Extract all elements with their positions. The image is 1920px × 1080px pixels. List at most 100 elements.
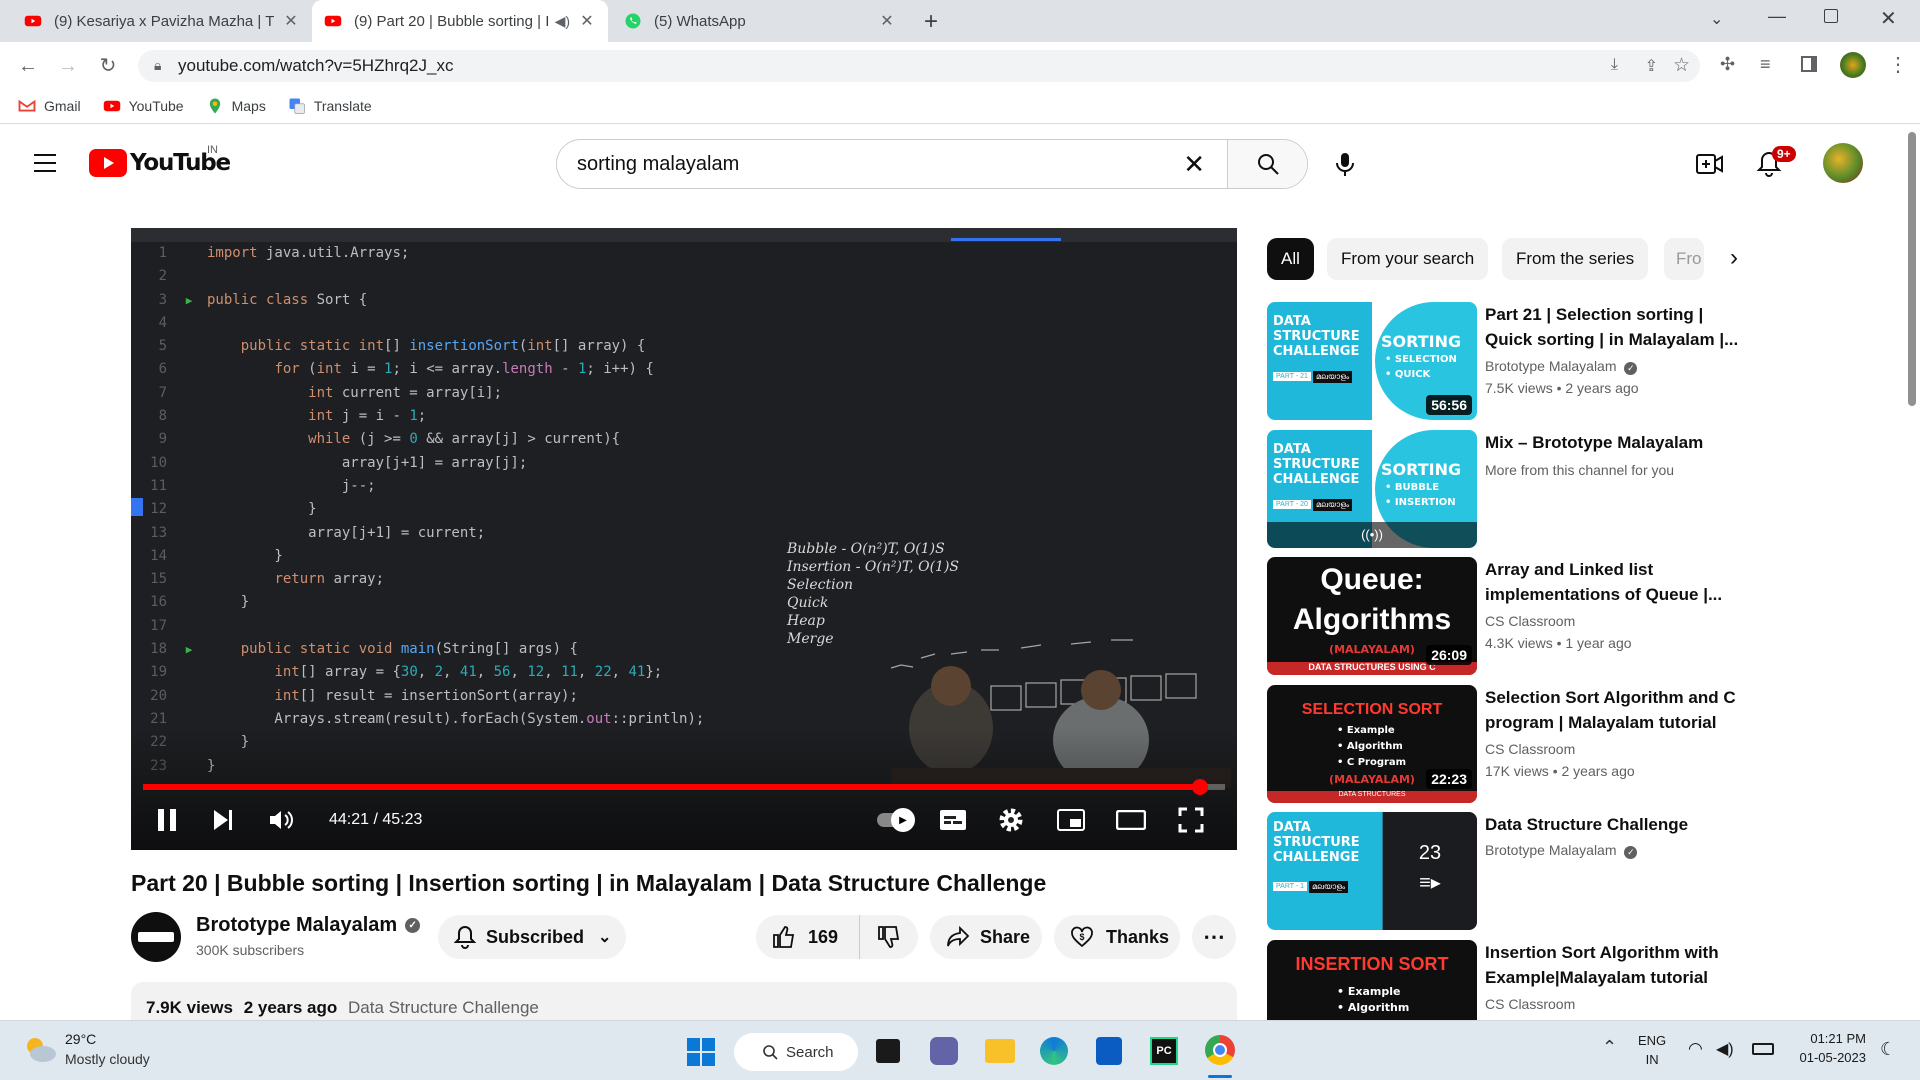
recommendation-item[interactable]: Queue: Algorithms (MALAYALAM) DATA STRUC… xyxy=(1267,557,1747,675)
site-info-icon[interactable]: 🔒︎ xyxy=(154,57,161,74)
clear-search-icon[interactable]: ✕ xyxy=(1183,149,1205,180)
taskbar-search-box[interactable]: Search xyxy=(734,1033,858,1071)
share-page-icon[interactable]: ⇪ xyxy=(1645,56,1658,76)
scrubber-handle[interactable] xyxy=(1192,779,1209,795)
install-app-icon[interactable]: ⤓ xyxy=(1611,56,1618,74)
video-player[interactable]: 1 import java.util.Arrays; 2 3 ▶ public class… xyxy=(131,228,1237,850)
thanks-button[interactable]: $ Thanks xyxy=(1054,915,1180,959)
task-view-icon[interactable] xyxy=(876,1039,900,1063)
account-avatar[interactable] xyxy=(1823,143,1863,183)
edge-browser-icon[interactable] xyxy=(1040,1037,1068,1065)
browser-tab[interactable]: (5) WhatsApp ✕ xyxy=(612,0,908,42)
tab-muted-audio-icon[interactable]: ◀) xyxy=(555,13,570,30)
windows-start-icon[interactable] xyxy=(686,1037,716,1067)
file-explorer-icon[interactable] xyxy=(985,1039,1015,1063)
miniplayer-button[interactable] xyxy=(1049,802,1093,838)
wifi-icon[interactable]: ◠ xyxy=(1688,1039,1703,1059)
forward-arrow-icon[interactable]: → xyxy=(56,54,80,78)
new-tab-plus-icon[interactable]: + xyxy=(924,8,938,36)
tray-overflow-chevron-icon[interactable]: ⌃ xyxy=(1602,1037,1617,1058)
recommendation-item[interactable]: SELECTION SORT • Example • Algorithm • C… xyxy=(1267,685,1747,803)
bookmark-maps[interactable]: Maps xyxy=(206,97,266,115)
playlist-thumbnail[interactable]: DATA STRUCTURE CHALLENGE PART - 1 മലയാളം… xyxy=(1267,812,1477,930)
settings-button[interactable] xyxy=(989,802,1033,838)
theater-mode-button[interactable] xyxy=(1109,802,1153,838)
dislike-button[interactable] xyxy=(860,925,918,949)
code-token: , xyxy=(443,664,460,681)
window-restore-icon[interactable] xyxy=(1824,9,1838,23)
chrome-icon[interactable] xyxy=(1205,1035,1235,1065)
video-thumbnail[interactable]: SELECTION SORT • Example • Algorithm • C… xyxy=(1267,685,1477,803)
input-language-indicator[interactable]: ENG IN xyxy=(1638,1033,1666,1067)
side-panel-icon[interactable] xyxy=(1801,56,1817,72)
chip-truncated[interactable]: Fro xyxy=(1664,238,1704,280)
windows-taskbar: 29°C Mostly cloudy Search PC ⌃ ENG IN ◠ … xyxy=(0,1020,1920,1080)
weather-cloudy-icon[interactable] xyxy=(22,1035,58,1065)
mute-button[interactable] xyxy=(261,802,301,838)
bookmark-gmail[interactable]: Gmail xyxy=(18,97,81,115)
chip-all[interactable]: All xyxy=(1267,238,1314,280)
search-button[interactable] xyxy=(1227,140,1307,188)
scrollbar-thumb[interactable] xyxy=(1908,132,1916,406)
browser-tab[interactable]: (9) Kesariya x Pavizha Mazha | Th ✕ xyxy=(12,0,312,42)
bookmark-youtube[interactable]: YouTube xyxy=(103,97,184,115)
like-button[interactable]: 169 xyxy=(756,915,860,959)
back-arrow-icon[interactable]: ← xyxy=(16,54,40,78)
gutter xyxy=(171,405,207,428)
window-minimize-icon[interactable]: — xyxy=(1768,6,1786,27)
tab-close-icon[interactable]: ✕ xyxy=(878,11,896,31)
microsoft-store-icon[interactable] xyxy=(1096,1037,1122,1065)
taskbar-clock[interactable]: 01:21 PM 01-05-2023 xyxy=(1786,1031,1867,1065)
profile-avatar[interactable] xyxy=(1840,52,1866,78)
reload-icon[interactable]: ↻ xyxy=(96,54,120,78)
description-box[interactable]: 7.9K views 2 years ago Data Structure Ch… xyxy=(131,982,1237,1022)
weather-condition[interactable]: Mostly cloudy xyxy=(65,1051,150,1067)
battery-icon[interactable] xyxy=(1752,1043,1774,1055)
recommendation-item[interactable]: INSERTION SORT • Example • Algorithm Ins… xyxy=(1267,940,1747,1020)
tab-close-icon[interactable]: ✕ xyxy=(578,11,596,31)
browser-menu-icon[interactable]: ⋮ xyxy=(1888,52,1908,77)
voice-search-mic-icon[interactable] xyxy=(1334,151,1356,177)
tab-close-icon[interactable]: ✕ xyxy=(282,11,300,31)
chips-next-chevron-icon[interactable]: › xyxy=(1730,244,1738,272)
notification-center-icon[interactable]: ☾ xyxy=(1880,1039,1896,1060)
address-bar[interactable]: 🔒︎ youtube.com/watch?v=5HZhrq2J_xc ⤓ ⇪ ☆ xyxy=(138,50,1700,82)
video-thumbnail[interactable]: INSERTION SORT • Example • Algorithm xyxy=(1267,940,1477,1020)
video-thumbnail[interactable]: DATA STRUCTURE CHALLENGE PART - 21 മലയാള… xyxy=(1267,302,1477,420)
media-control-icon[interactable]: ≡ xyxy=(1760,54,1771,75)
code-token: (j >= xyxy=(350,431,410,448)
recommendation-item[interactable]: DATA STRUCTURE CHALLENGE PART - 21 മലയാള… xyxy=(1267,302,1747,420)
channel-avatar[interactable] xyxy=(131,912,181,962)
window-close-icon[interactable]: ✕ xyxy=(1880,6,1897,31)
extensions-puzzle-icon[interactable]: ✣ xyxy=(1720,54,1735,75)
teams-chat-icon[interactable] xyxy=(930,1037,958,1065)
pause-button[interactable] xyxy=(147,802,187,838)
channel-name-link[interactable]: Brototype Malayalam ✓ xyxy=(196,914,421,937)
playlist-link[interactable]: Data Structure Challenge xyxy=(348,998,539,1017)
next-video-button[interactable] xyxy=(203,802,243,838)
tab-search-chevron-icon[interactable]: ⌄ xyxy=(1710,9,1723,29)
weather-temperature[interactable]: 29°C xyxy=(65,1031,96,1047)
more-actions-icon[interactable]: ⋯ xyxy=(1192,915,1236,959)
chip-from-the-series[interactable]: From the series xyxy=(1502,238,1649,280)
recommendation-item[interactable]: DATA STRUCTURE CHALLENGE PART - 20 മലയാള… xyxy=(1267,430,1747,548)
mix-thumbnail[interactable]: DATA STRUCTURE CHALLENGE PART - 20 മലയാള… xyxy=(1267,430,1477,548)
autoplay-toggle[interactable]: ▶ xyxy=(871,802,919,838)
guide-menu-icon[interactable] xyxy=(34,154,56,172)
playlist-item[interactable]: DATA STRUCTURE CHALLENGE PART - 1 മലയാളം… xyxy=(1267,812,1747,930)
speaker-icon[interactable]: ◀) xyxy=(1716,1039,1734,1059)
share-button[interactable]: Share xyxy=(930,915,1042,959)
create-video-icon[interactable] xyxy=(1696,152,1724,176)
bookmark-star-icon[interactable]: ☆ xyxy=(1673,54,1690,77)
search-input[interactable] xyxy=(557,152,1184,176)
pycharm-icon[interactable]: PC xyxy=(1150,1037,1178,1065)
subscribed-button[interactable]: Subscribed ⌄ xyxy=(438,915,626,959)
progress-bar[interactable] xyxy=(143,779,1225,795)
fullscreen-button[interactable] xyxy=(1169,802,1213,838)
bookmark-translate[interactable]: Translate xyxy=(288,97,372,115)
subtitles-button[interactable] xyxy=(931,802,975,838)
video-thumbnail[interactable]: Queue: Algorithms (MALAYALAM) DATA STRUC… xyxy=(1267,557,1477,675)
chip-from-your-search[interactable]: From your search xyxy=(1327,238,1489,280)
browser-tab-active[interactable]: (9) Part 20 | Bubble sorting | I ◀) ✕ xyxy=(312,0,608,42)
